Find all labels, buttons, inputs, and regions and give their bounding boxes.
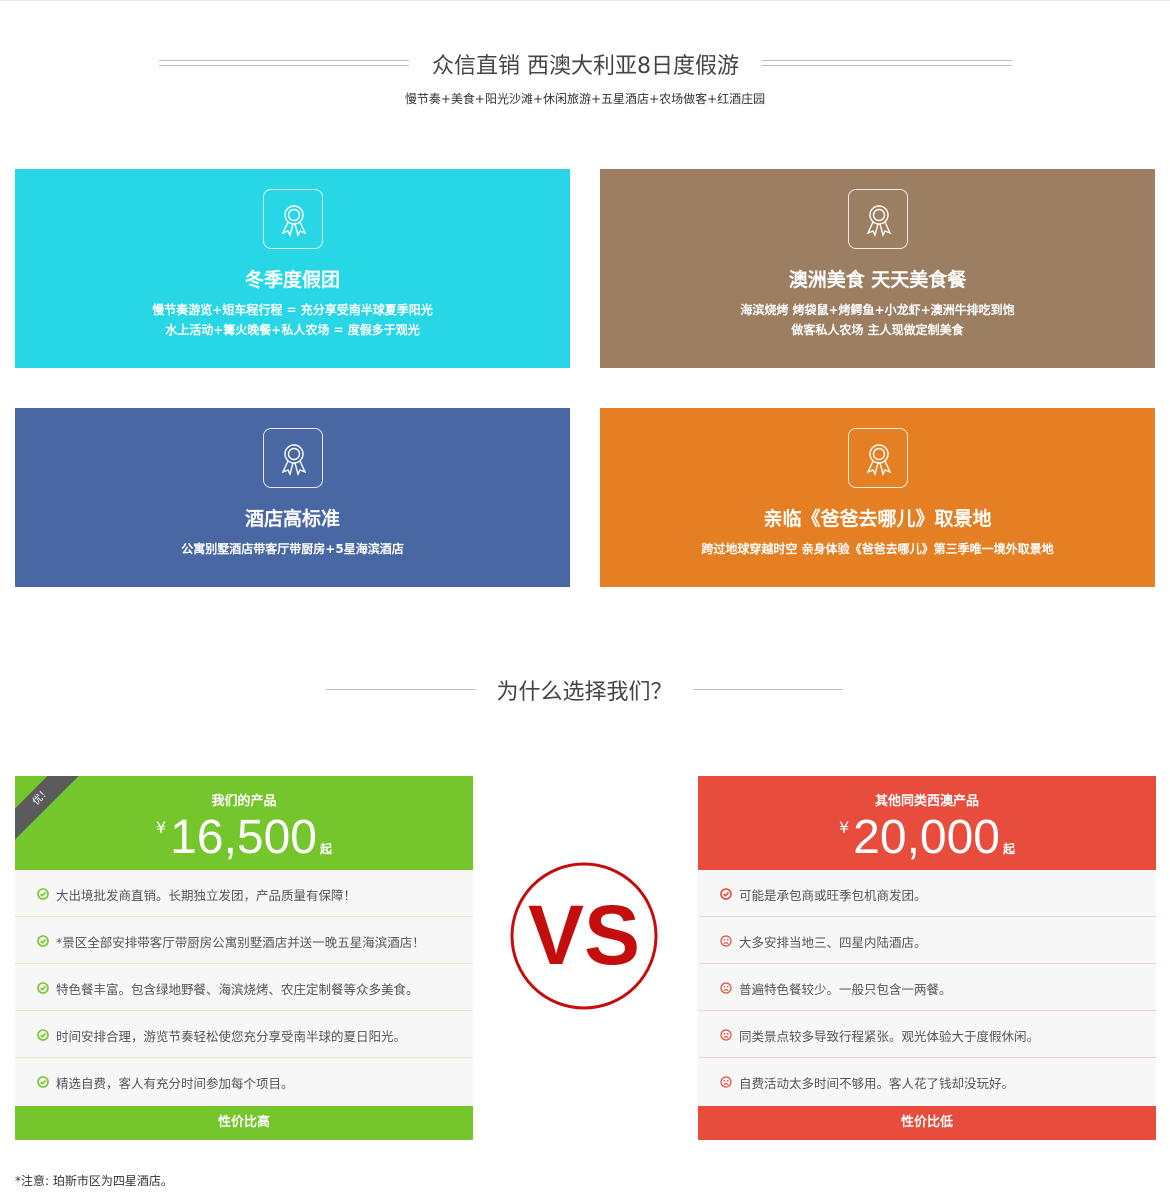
vs-badge: VS <box>510 862 658 1010</box>
sad-face-icon <box>720 1076 732 1088</box>
other-products-list: 可能是承包商或旺季包机商发团。 大多安排当地三、四星内陆酒店。 普遍特色餐较少。… <box>698 870 1156 1105</box>
award-ribbon-icon <box>263 189 323 249</box>
feature-filming-location: 亲临《爸爸去哪儿》取景地 跨过地球穿越时空 亲身体验《爸爸去哪儿》第三季唯一境外… <box>600 408 1155 587</box>
our-product-label: 我们的产品 <box>211 794 277 809</box>
sad-face-icon <box>720 982 732 994</box>
tour-title: 众信直销 西澳大利亚8日度假游 <box>432 54 739 79</box>
feature-line: 慢节奏游览+短车程行程 = 充分享受南半球夏季阳光 <box>152 303 433 317</box>
price-suffix: 起 <box>319 842 332 856</box>
currency-symbol: ¥ <box>155 818 167 837</box>
our-product-panel: 我们的产品 ¥16,500 起 优！ 大出境批发商直销。长期独立发团，产品质量有保… <box>15 776 473 1140</box>
list-item: 时间安排合理，游览节奏轻松使您充分享受南半球的夏日阳光。 <box>15 1011 473 1058</box>
feature-winter-tour: 冬季度假团 慢节奏游览+短车程行程 = 充分享受南半球夏季阳光 水上活动+篝火晚… <box>15 169 570 368</box>
other-products-panel: 其他同类西澳产品 ¥20,000 起 可能是承包商或旺季包机商发团。 大多安排当地… <box>698 776 1156 1140</box>
our-product-footer: 性价比高 <box>15 1106 473 1140</box>
top-divider <box>0 0 1170 1</box>
sad-face-icon <box>720 1029 732 1041</box>
feature-title: 亲临《爸爸去哪儿》取景地 <box>763 508 992 530</box>
our-product-price: ¥16,500 起 <box>15 812 473 864</box>
list-item: 精选自费，客人有充分时间参加每个项目。 <box>15 1058 473 1105</box>
why-rule-left <box>326 689 476 690</box>
other-products-footer: 性价比低 <box>698 1106 1156 1140</box>
list-item: 大出境批发商直销。长期独立发团，产品质量有保障！ <box>15 870 473 917</box>
check-circle-icon <box>37 1076 49 1088</box>
list-item-text: 大多安排当地三、四星内陆酒店。 <box>739 935 927 950</box>
list-item: *景区全部安排带客厅带厨房公寓别墅酒店并送一晚五星海滨酒店！ <box>15 917 473 964</box>
list-item-text: 特色餐丰富。包含绿地野餐、海滨烧烤、农庄定制餐等众多美食。 <box>56 982 419 997</box>
feature-line: 水上活动+篝火晚餐+私人农场 = 度假多于观光 <box>165 323 420 337</box>
award-ribbon-icon <box>848 428 908 488</box>
our-product-header: 我们的产品 ¥16,500 起 <box>15 776 473 870</box>
header-rule-left <box>159 60 409 66</box>
feature-line: 做客私人农场 主人现做定制美食 <box>791 323 964 337</box>
price-amount: 20,000 <box>853 811 1000 864</box>
why-title: 为什么选择我们？ <box>496 680 673 705</box>
check-circle-icon <box>37 982 49 994</box>
list-item: 普遍特色餐较少。一般只包含一两餐。 <box>698 964 1156 1011</box>
feature-title: 冬季度假团 <box>244 269 340 291</box>
list-item-text: 精选自费，客人有充分时间参加每个项目。 <box>56 1076 294 1091</box>
list-item: 大多安排当地三、四星内陆酒店。 <box>698 917 1156 964</box>
list-item: 自费活动太多时间不够用。客人花了钱却没玩好。 <box>698 1058 1156 1105</box>
currency-symbol: ¥ <box>838 818 850 837</box>
why-rule-right <box>693 689 843 690</box>
list-item-text: 可能是承包商或旺季包机商发团。 <box>739 888 927 903</box>
feature-title: 澳洲美食 天天美食餐 <box>788 269 967 291</box>
list-item: 同类景点较多导致行程紧张。观光体验大于度假休闲。 <box>698 1011 1156 1058</box>
feature-line: 公寓别墅酒店带客厅带厨房+5星海滨酒店 <box>181 542 404 556</box>
award-ribbon-icon <box>848 189 908 249</box>
other-products-label: 其他同类西澳产品 <box>874 794 979 809</box>
list-item-text: 同类景点较多导致行程紧张。观光体验大于度假休闲。 <box>739 1029 1040 1044</box>
check-circle-icon <box>37 935 49 947</box>
list-item-text: *景区全部安排带客厅带厨房公寓别墅酒店并送一晚五星海滨酒店！ <box>56 935 425 950</box>
list-item: 特色餐丰富。包含绿地野餐、海滨烧烤、农庄定制餐等众多美食。 <box>15 964 473 1011</box>
header-rule-right <box>762 60 1012 66</box>
price-amount: 16,500 <box>170 811 317 864</box>
footnote: *注意: 珀斯市区为四星酒店。 <box>15 1174 173 1188</box>
feature-title: 酒店高标准 <box>244 508 340 530</box>
tour-subtitle: 慢节奏+美食+阳光沙滩+休闲旅游+五星酒店+农场做客+红酒庄园 <box>404 92 766 106</box>
award-ribbon-icon <box>263 428 323 488</box>
list-item: 可能是承包商或旺季包机商发团。 <box>698 870 1156 917</box>
other-products-header: 其他同类西澳产品 ¥20,000 起 <box>698 776 1156 870</box>
feature-line: 海滨烧烤 烤袋鼠+烤鳄鱼+小龙虾+澳洲牛排吃到饱 <box>740 303 1015 317</box>
vs-text: VS <box>528 888 640 982</box>
check-circle-icon <box>720 888 732 900</box>
list-item-text: 大出境批发商直销。长期独立发团，产品质量有保障！ <box>56 888 357 903</box>
other-products-price: ¥20,000 起 <box>698 812 1156 864</box>
sad-face-icon <box>720 935 732 947</box>
tour-header: 众信直销 西澳大利亚8日度假游 <box>0 40 1170 86</box>
check-circle-icon <box>37 1029 49 1041</box>
list-item-text: 自费活动太多时间不够用。客人花了钱却没玩好。 <box>739 1076 1015 1091</box>
price-suffix: 起 <box>1002 842 1015 856</box>
why-header: 为什么选择我们？ <box>0 672 1170 706</box>
our-product-list: 大出境批发商直销。长期独立发团，产品质量有保障！ *景区全部安排带客厅带厨房公寓… <box>15 870 473 1105</box>
feature-line: 跨过地球穿越时空 亲身体验《爸爸去哪儿》第三季唯一境外取景地 <box>701 542 1054 556</box>
list-item-text: 普遍特色餐较少。一般只包含一两餐。 <box>739 982 952 997</box>
feature-australian-food: 澳洲美食 天天美食餐 海滨烧烤 烤袋鼠+烤鳄鱼+小龙虾+澳洲牛排吃到饱 做客私人… <box>600 169 1155 368</box>
feature-hotel-standard: 酒店高标准 公寓别墅酒店带客厅带厨房+5星海滨酒店 <box>15 408 570 587</box>
check-circle-icon <box>37 888 49 900</box>
list-item-text: 时间安排合理，游览节奏轻松使您充分享受南半球的夏日阳光。 <box>56 1029 407 1044</box>
